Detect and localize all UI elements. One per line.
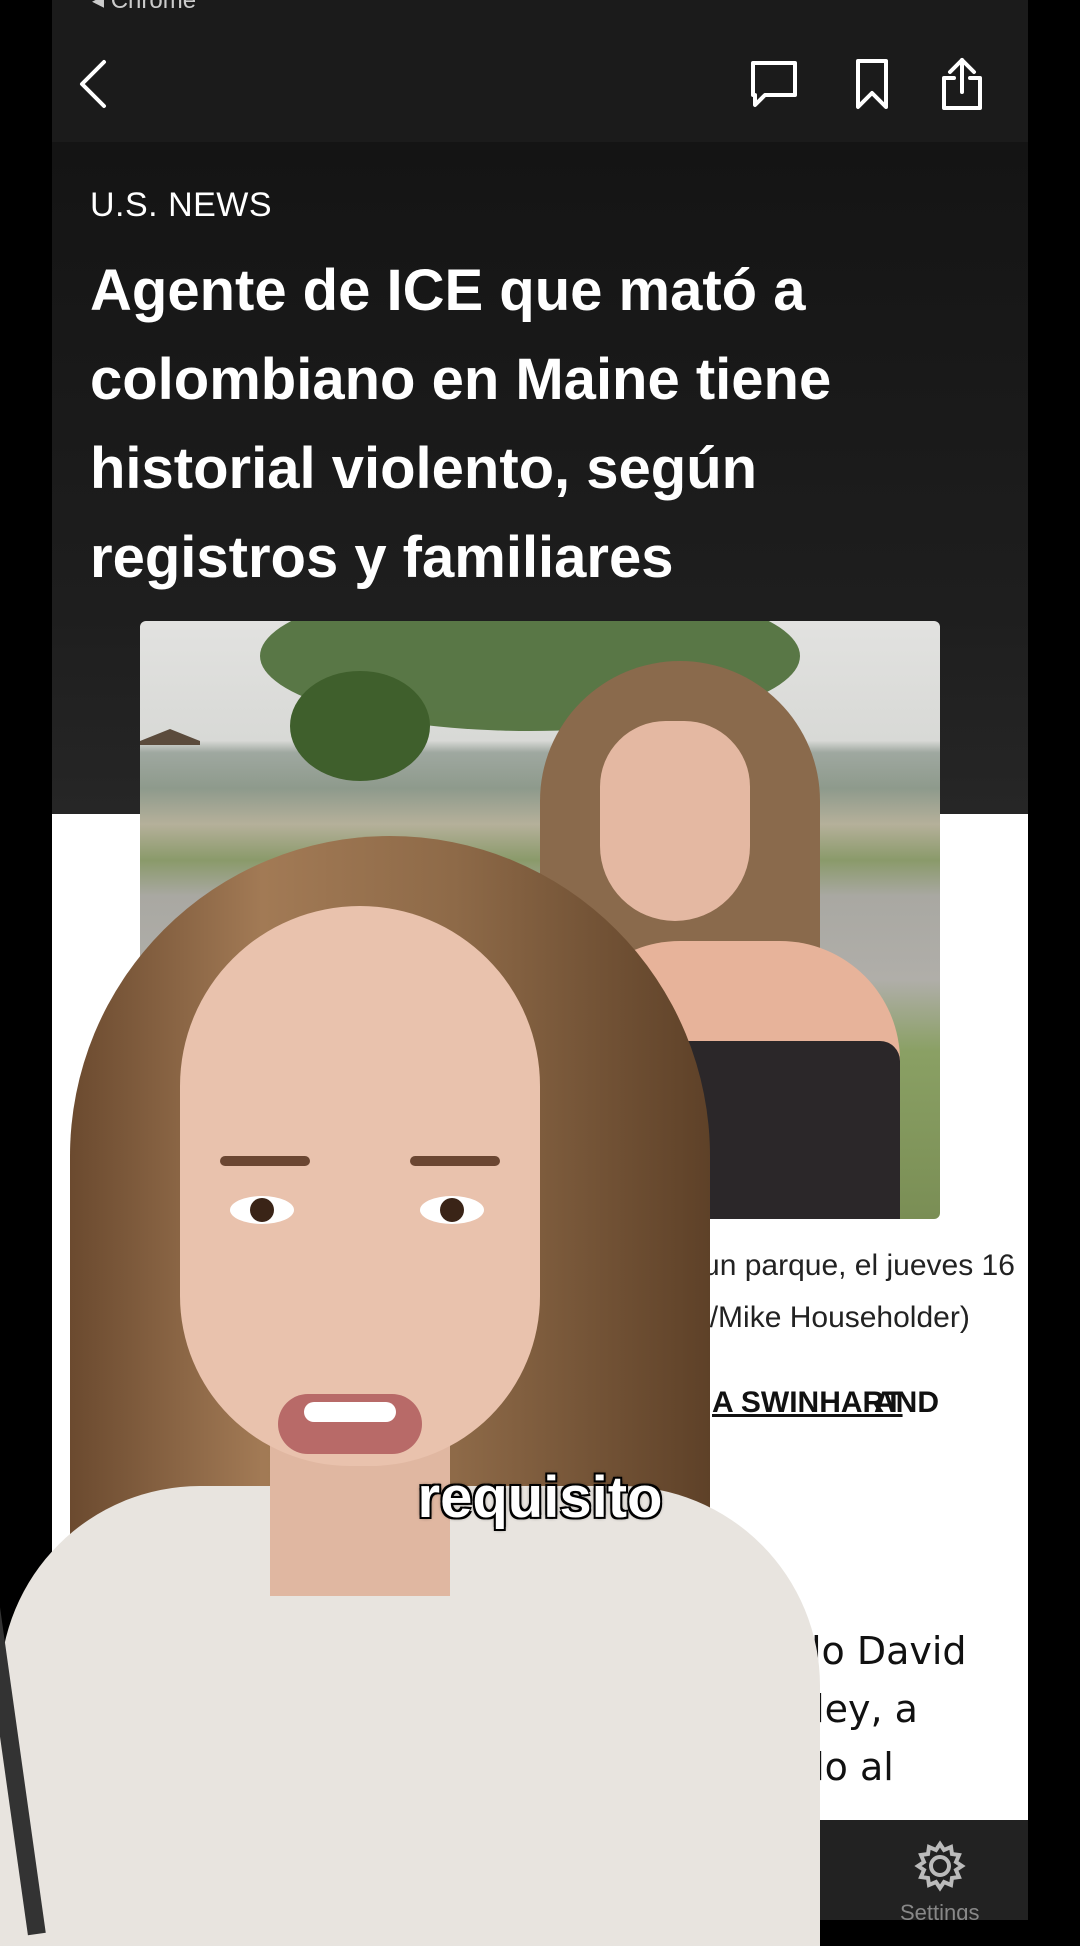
gear-icon (912, 1840, 968, 1899)
chevron-left-icon (74, 56, 114, 117)
article-headline: Agente de ICE que mató a colombiano en M… (90, 258, 832, 590)
presenter-face (180, 906, 540, 1466)
settings-tab[interactable]: Settings (900, 1838, 980, 1920)
comments-button[interactable] (744, 56, 804, 116)
eye (230, 1196, 294, 1224)
section-label[interactable]: U.S. NEWS (90, 186, 272, 225)
share-button[interactable] (932, 56, 992, 116)
back-to-app[interactable]: ◂ Chrome (92, 0, 196, 15)
share-icon (938, 56, 986, 117)
settings-label: Settings (900, 1900, 980, 1920)
top-toolbar: ◂ Chrome (52, 0, 1028, 142)
gazebo-shape (140, 729, 200, 745)
byline-fragment: AND (874, 1386, 939, 1419)
back-button[interactable] (64, 56, 124, 116)
mouth (278, 1394, 422, 1454)
bookmark-button[interactable] (842, 56, 902, 116)
presenter-video-overlay (0, 836, 830, 1946)
bookmark-icon (852, 57, 892, 116)
tree-shape (290, 671, 430, 781)
comment-icon (747, 57, 801, 116)
video-subtitle: requisito (417, 1465, 663, 1530)
eye (420, 1196, 484, 1224)
